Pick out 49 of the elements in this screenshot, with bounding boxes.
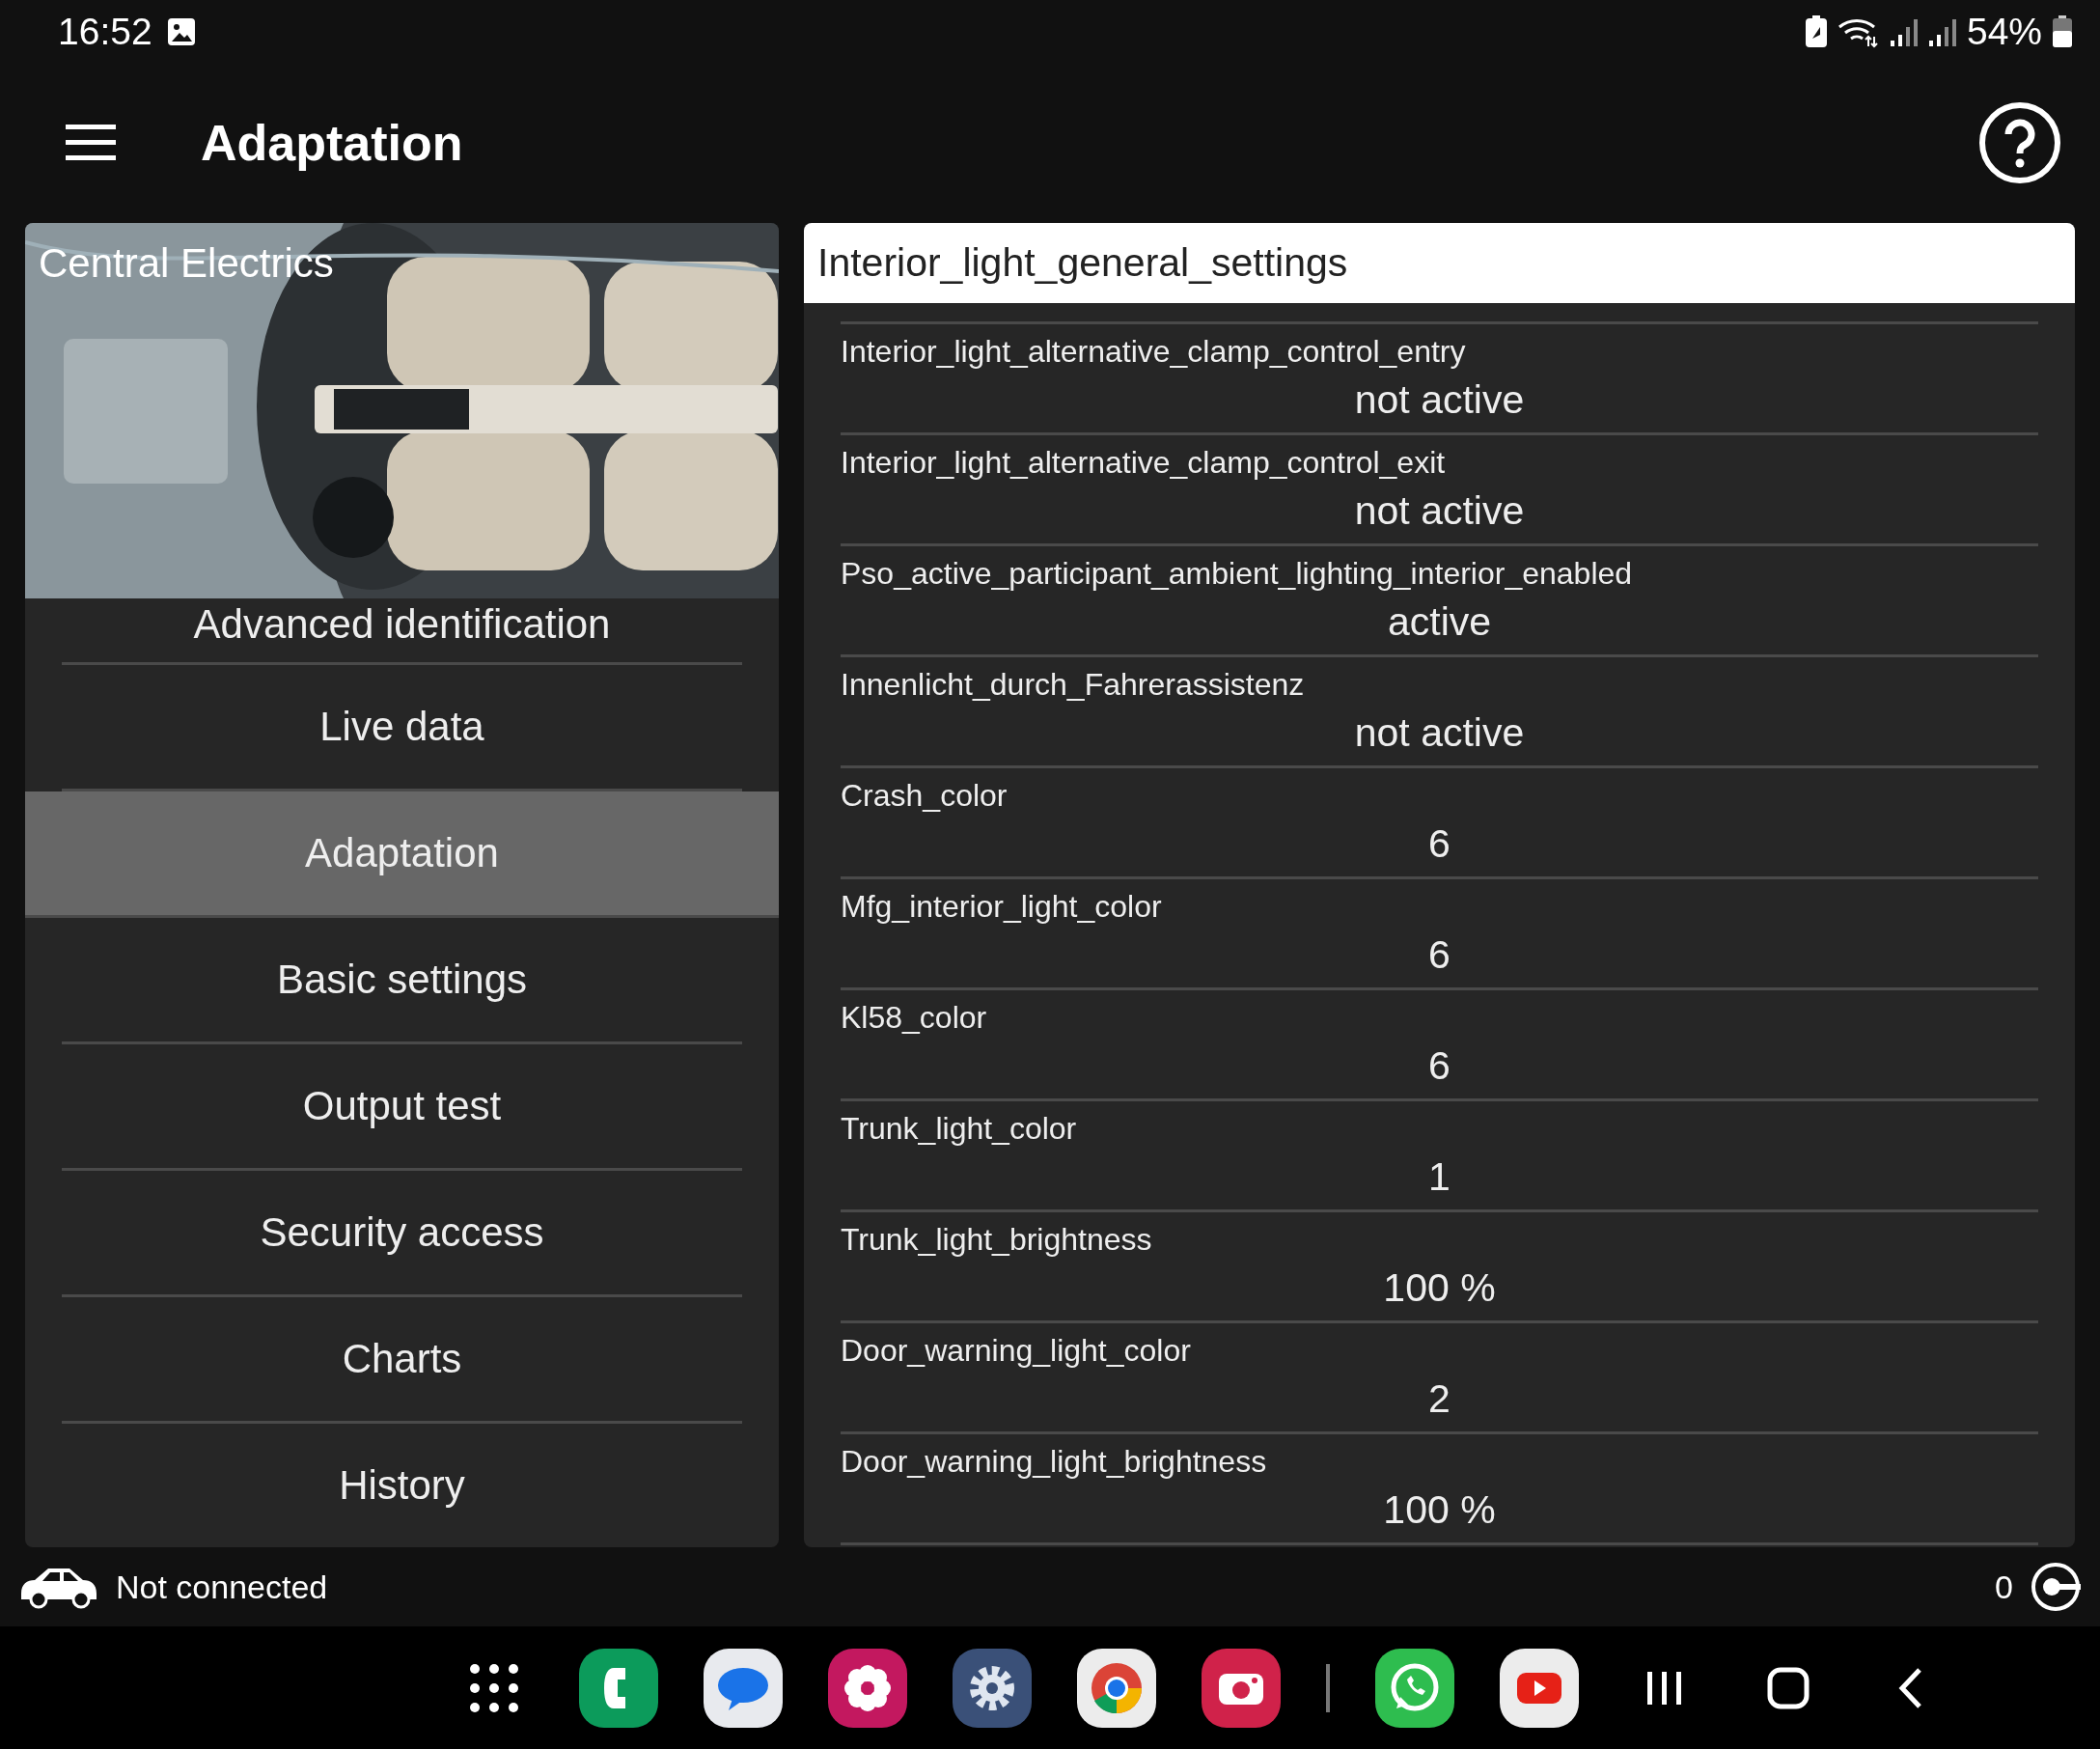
setting-value[interactable]: not active [1354, 710, 1525, 755]
menu-item[interactable]: Basic settings [62, 918, 742, 1044]
video-play-icon[interactable] [1500, 1648, 1579, 1728]
setting-name[interactable]: Trunk_light_color [841, 1111, 1077, 1146]
menu-item[interactable]: Output test [62, 1044, 742, 1171]
setting-name[interactable]: Door_warning_light_brightness [841, 1444, 1267, 1479]
setting-name[interactable]: Interior_light_alternative_clamp_control_exit [841, 445, 1446, 480]
setting-name[interactable]: Crash_color [841, 778, 1008, 813]
flower-icon[interactable] [828, 1648, 907, 1728]
battery-percent: 54% [1966, 10, 2042, 53]
setting-value[interactable]: 6 [1428, 932, 1451, 977]
setting-value[interactable]: not active [1354, 377, 1525, 422]
connect-icon[interactable] [2031, 1562, 2081, 1612]
menu-item[interactable]: Charts [62, 1297, 742, 1424]
camera-icon[interactable] [1202, 1648, 1281, 1728]
setting-value[interactable]: active [1387, 599, 1492, 644]
chat-bubble-icon[interactable] [704, 1648, 783, 1728]
help-icon[interactable] [1978, 101, 2061, 184]
setting-value[interactable]: 100 % [1383, 1265, 1496, 1310]
image-icon [165, 15, 197, 47]
battery-saver-icon [1804, 14, 1828, 48]
setting-name[interactable]: Kl58_color [841, 1000, 987, 1035]
clock-time: 16:52 [58, 10, 152, 53]
gear-icon[interactable] [953, 1648, 1032, 1728]
setting-value[interactable]: 6 [1428, 1043, 1451, 1088]
phone-icon[interactable] [579, 1648, 658, 1728]
setting-value[interactable]: not active [1354, 488, 1525, 533]
screen-title: Adaptation [201, 114, 464, 172]
counter: 0 [1995, 1568, 2013, 1606]
menu-item[interactable]: Advanced identification [193, 604, 611, 645]
browser-icon[interactable] [1077, 1648, 1156, 1728]
menu-item[interactable]: Security access [62, 1171, 742, 1297]
battery-icon [2052, 14, 2073, 48]
setting-value[interactable]: 100 % [1383, 1487, 1496, 1532]
menu-item[interactable]: Adaptation [25, 791, 779, 918]
setting-name[interactable]: Door_warning_light_color [841, 1333, 1191, 1368]
setting-name[interactable]: Pso_active_participant_ambient_lighting_interior_enabled [841, 556, 1633, 591]
connection-status: Not connected [116, 1568, 328, 1606]
setting-name[interactable]: Interior_light_alternative_clamp_control_entry [841, 334, 1466, 369]
setting-name[interactable]: Innenlicht_durch_Fahrerassistenz [841, 667, 1305, 702]
chat-phone-icon[interactable] [1375, 1648, 1454, 1728]
module-title: Central Electrics [39, 240, 334, 287]
setting-name[interactable]: Trunk_light_brightness [841, 1222, 1152, 1257]
setting-value[interactable]: 1 [1428, 1154, 1451, 1199]
setting-value[interactable]: 2 [1428, 1376, 1451, 1421]
setting-value[interactable]: 6 [1428, 821, 1451, 866]
menu-icon[interactable] [66, 125, 116, 161]
setting-name[interactable]: Mfg_interior_light_color [841, 889, 1162, 924]
group-header: Interior_light_general_settings [804, 223, 2075, 303]
